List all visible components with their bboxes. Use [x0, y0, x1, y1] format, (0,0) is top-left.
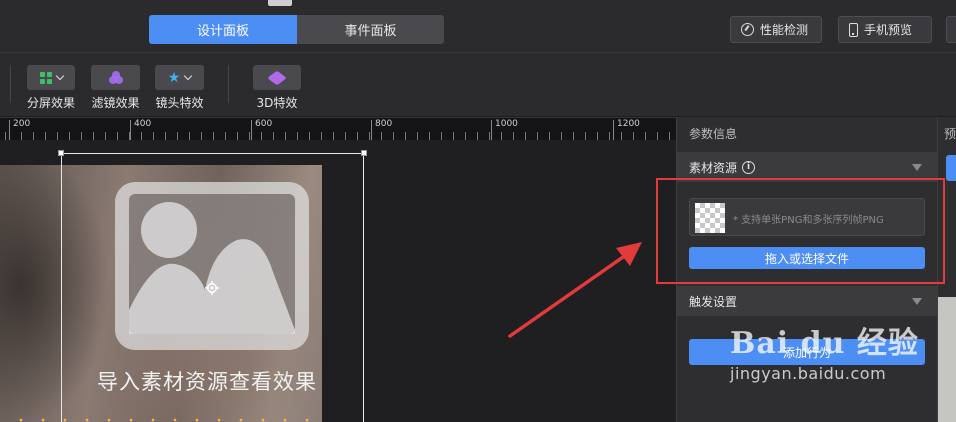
watermark-url: jingyan.baidu.com: [730, 364, 887, 383]
resize-handle-top-right[interactable]: [361, 150, 367, 156]
ruler-major-tick: [613, 120, 614, 140]
resize-handle-top-left[interactable]: [58, 150, 64, 156]
chevron-down-icon: [55, 71, 64, 81]
import-hint-text: 导入素材资源查看效果: [97, 370, 317, 394]
toolbar-divider: [228, 65, 229, 103]
ruler-label: 800: [375, 119, 393, 129]
cube-icon: [267, 70, 287, 85]
effects-toolbar: 分屏效果 滤镜效果 ★ 镜头特效 3D特效: [0, 53, 956, 116]
material-section-label: 素材资源: [689, 160, 738, 175]
lens-effect-label: 镜头特效: [155, 96, 204, 110]
phone-icon: [849, 22, 858, 37]
chevron-down-icon: [184, 71, 193, 81]
lens-effect-tool[interactable]: ★ 镜头特效: [155, 65, 204, 111]
preview-panel-button[interactable]: [946, 155, 956, 181]
grid-icon: [39, 71, 52, 84]
more-button[interactable]: [946, 16, 956, 43]
ruler-major-tick: [251, 120, 252, 140]
tab-event-panel[interactable]: 事件面板: [297, 15, 444, 44]
top-bar: 设计面板 事件面板 性能检测 手机预览: [0, 0, 956, 53]
tab-design-panel[interactable]: 设计面板: [149, 15, 297, 44]
split-screen-tool[interactable]: 分屏效果: [27, 65, 75, 111]
ruler-major-tick: [371, 120, 372, 140]
ruler-label: 1000: [495, 119, 518, 129]
baidu-jingyan-watermark: Bai du 经验 jingyan.baidu.com: [730, 318, 919, 383]
filter-button[interactable]: [91, 65, 140, 90]
trigger-section-label: 触发设置: [689, 294, 738, 309]
preview-thumbnail: [938, 297, 956, 422]
highlight-rectangle: [656, 178, 945, 284]
preview-panel-label: 预: [944, 127, 956, 141]
gauge-icon: [741, 23, 754, 36]
annotation-arrow-icon: [508, 242, 642, 338]
horizontal-ruler: 200 400 600 800 1000 1200: [0, 117, 676, 141]
collapse-triangle-icon[interactable]: [912, 164, 922, 171]
3d-effect-tool[interactable]: 3D特效: [253, 65, 301, 111]
toolbar-divider: [10, 65, 11, 103]
panel-title: 参数信息: [689, 127, 738, 141]
filter-label: 滤镜效果: [91, 96, 140, 110]
window-title-fragment: [268, 0, 292, 6]
filter-circles-icon: [108, 71, 123, 84]
ruler-major-tick: [130, 120, 131, 140]
ruler-ticks: [0, 132, 676, 140]
performance-check-label: 性能检测: [760, 23, 809, 37]
phone-preview-label: 手机预览: [864, 23, 913, 37]
ruler-major-tick: [491, 120, 492, 140]
filter-tool[interactable]: 滤镜效果: [91, 65, 140, 111]
watermark-brand: Bai du 经验: [730, 326, 919, 361]
split-screen-button[interactable]: [27, 65, 75, 90]
lens-effect-button[interactable]: ★: [155, 65, 204, 90]
star-icon: ★: [167, 69, 181, 86]
ruler-label: 400: [134, 119, 152, 129]
ruler-label: 200: [13, 119, 31, 129]
split-screen-label: 分屏效果: [27, 96, 76, 110]
collapse-triangle-icon[interactable]: [912, 298, 922, 305]
anchor-point-icon[interactable]: [205, 281, 219, 295]
3d-effect-button[interactable]: [253, 65, 301, 90]
ruler-label: 600: [255, 119, 273, 129]
info-icon[interactable]: i: [742, 160, 756, 174]
ruler-label: 1200: [617, 119, 640, 129]
trigger-section-header[interactable]: 触发设置: [677, 286, 938, 316]
3d-effect-label: 3D特效: [256, 96, 298, 110]
performance-check-button[interactable]: 性能检测: [730, 16, 822, 43]
phone-preview-button[interactable]: 手机预览: [838, 16, 932, 43]
ruler-major-tick: [9, 120, 10, 140]
